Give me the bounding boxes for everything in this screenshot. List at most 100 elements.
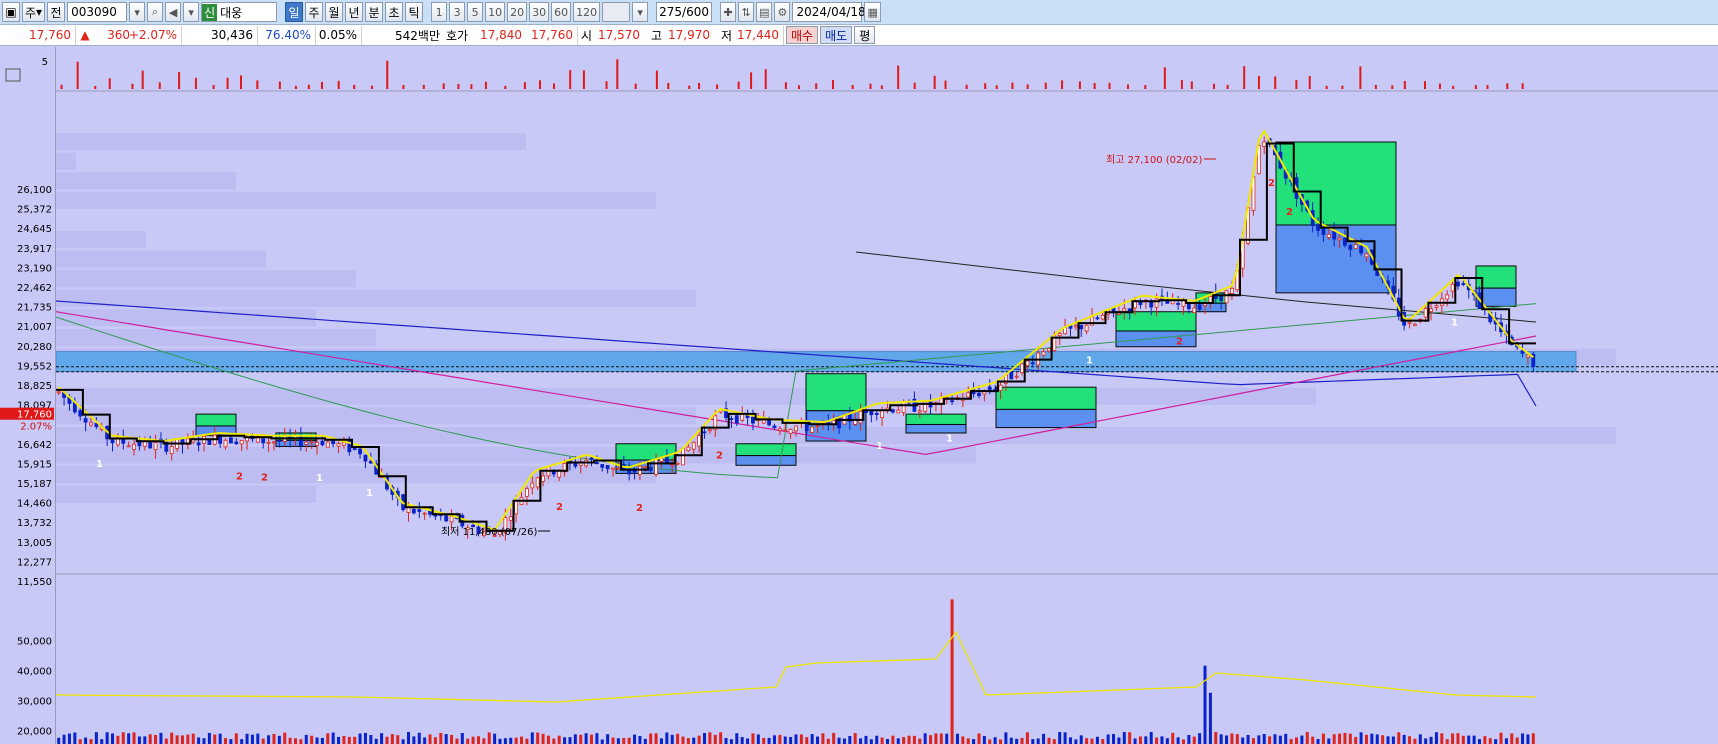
interval-10[interactable]: 10 bbox=[485, 2, 506, 22]
volume-bar bbox=[541, 733, 545, 744]
menu-dropdown-icon[interactable]: ▾ bbox=[183, 2, 200, 22]
candle-body bbox=[1084, 324, 1089, 332]
volume-bar bbox=[1063, 732, 1067, 744]
candle-body bbox=[869, 410, 874, 416]
category-button[interactable]: 전 bbox=[47, 2, 66, 22]
stock-name-field[interactable]: 신 대웅 bbox=[201, 2, 278, 22]
top-indicator-bar bbox=[294, 85, 297, 89]
volume-bar bbox=[606, 734, 610, 744]
calendar-icon[interactable]: ▦ bbox=[864, 2, 881, 22]
interval-5[interactable]: 5 bbox=[467, 2, 484, 22]
volume-bar bbox=[1015, 738, 1019, 744]
candle-body bbox=[444, 514, 449, 522]
signal-marker: 2 bbox=[1176, 337, 1183, 348]
top-indicator-bar bbox=[933, 75, 936, 89]
chart-canvas[interactable]: 2 2 2 2 2 2 2 2 1 1 1 1 1 1 1 최고 27,100 (02/02) 최저 11,48… bbox=[55, 47, 1718, 744]
volume-bar bbox=[713, 734, 717, 744]
volume-bar bbox=[1327, 738, 1331, 744]
volume-profile-bar bbox=[56, 152, 76, 170]
volume-bar bbox=[821, 733, 825, 744]
date-field[interactable]: 2024/04/18 bbox=[792, 2, 866, 22]
volume-bar bbox=[121, 732, 125, 744]
candle-body bbox=[1095, 317, 1100, 320]
top-indicator-bar bbox=[320, 82, 323, 89]
sound-icon[interactable]: ◀ bbox=[165, 2, 182, 22]
volume-bar bbox=[697, 735, 701, 744]
layout-icon[interactable]: ▣ bbox=[2, 2, 20, 22]
volume-bar bbox=[1381, 735, 1385, 744]
volume-bar bbox=[1488, 738, 1492, 744]
stock-code-input[interactable]: 003090 bbox=[67, 2, 128, 22]
top-indicator-bar bbox=[1078, 81, 1081, 89]
interval-1[interactable]: 1 bbox=[431, 2, 448, 22]
interval-custom-input[interactable] bbox=[602, 2, 631, 22]
top-indicator-bar bbox=[1144, 85, 1147, 89]
interval-120[interactable]: 120 bbox=[573, 2, 601, 22]
volume-bar bbox=[1117, 737, 1121, 744]
top-indicator-bar bbox=[457, 83, 460, 89]
candle-body bbox=[1429, 308, 1433, 312]
candle-body bbox=[56, 391, 61, 394]
data-count-field[interactable]: 275/600 bbox=[656, 2, 713, 22]
volume-bar bbox=[1456, 733, 1460, 744]
top-indicator-bar bbox=[1295, 80, 1298, 89]
top-indicator-bar bbox=[552, 83, 555, 89]
code-dropdown-icon[interactable]: ▾ bbox=[129, 2, 146, 22]
volume-profile-bar bbox=[56, 446, 976, 464]
top-indicator-bar bbox=[1452, 85, 1455, 89]
volume-bar bbox=[751, 733, 755, 744]
cloud-box-down bbox=[1115, 330, 1197, 348]
period-tab-month[interactable]: 월 bbox=[325, 2, 344, 22]
volume-bar bbox=[277, 735, 281, 744]
gear-icon[interactable]: ⚙ bbox=[774, 2, 791, 22]
sell-button[interactable]: 매도 bbox=[820, 26, 853, 44]
period-tab-week[interactable]: 주 bbox=[305, 2, 324, 22]
evaluate-button[interactable]: 평 bbox=[854, 26, 876, 44]
top-indicator-bar bbox=[1359, 66, 1362, 89]
volume-bar bbox=[945, 733, 949, 744]
period-tab-minute[interactable]: 분 bbox=[365, 2, 384, 22]
market-select[interactable]: 주 ▾ bbox=[22, 2, 46, 22]
compare-icon[interactable]: ⇅ bbox=[738, 2, 755, 22]
candle-body bbox=[78, 410, 83, 417]
volume-bar bbox=[471, 736, 475, 744]
candle-body bbox=[777, 428, 782, 431]
volume-bar bbox=[1176, 737, 1180, 744]
interval-3[interactable]: 3 bbox=[449, 2, 466, 22]
volume-bar bbox=[934, 733, 938, 744]
price-tick-label: 19,552 bbox=[17, 361, 52, 372]
volume-bar bbox=[810, 734, 814, 744]
interval-dropdown-icon[interactable]: ▾ bbox=[632, 2, 649, 22]
top-indicator-bar bbox=[1308, 75, 1311, 89]
candle-body bbox=[126, 445, 131, 448]
candle-body bbox=[734, 415, 739, 424]
volume-bar bbox=[789, 737, 793, 744]
volume-bar bbox=[1397, 732, 1401, 744]
save-icon[interactable]: ▤ bbox=[756, 2, 773, 22]
volume-bar bbox=[358, 733, 362, 744]
interval-60[interactable]: 60 bbox=[551, 2, 572, 22]
period-tab-second[interactable]: 초 bbox=[385, 2, 404, 22]
interval-20[interactable]: 20 bbox=[507, 2, 528, 22]
period-tab-year[interactable]: 년 bbox=[345, 2, 364, 22]
period-tab-day[interactable]: 일 bbox=[285, 2, 304, 22]
candle-body bbox=[794, 425, 798, 432]
price-tick-label: 23,917 bbox=[17, 244, 52, 255]
buy-button[interactable]: 매수 bbox=[786, 26, 819, 44]
up-arrow-icon: ▲ bbox=[80, 28, 90, 42]
search-icon[interactable]: ⌕ bbox=[147, 2, 164, 22]
candle-body bbox=[1434, 305, 1439, 308]
volume-bar bbox=[600, 739, 604, 744]
volume-bar bbox=[396, 735, 400, 744]
volume-bar bbox=[159, 732, 163, 744]
trade-amount: 542백만 bbox=[395, 28, 440, 43]
price-axis-svg: 26,100 25,372 24,645 23,917 23,190 22,462 21,7… bbox=[0, 57, 54, 738]
period-tab-tick[interactable]: 틱 bbox=[405, 2, 424, 22]
crosshair-icon[interactable]: ✚ bbox=[720, 2, 737, 22]
volume-bar bbox=[649, 733, 653, 744]
volume-bar bbox=[105, 732, 109, 744]
top-indicator-bar bbox=[108, 78, 111, 89]
volume-bar bbox=[1122, 732, 1126, 744]
volume-bar bbox=[127, 733, 131, 744]
interval-30[interactable]: 30 bbox=[529, 2, 550, 22]
